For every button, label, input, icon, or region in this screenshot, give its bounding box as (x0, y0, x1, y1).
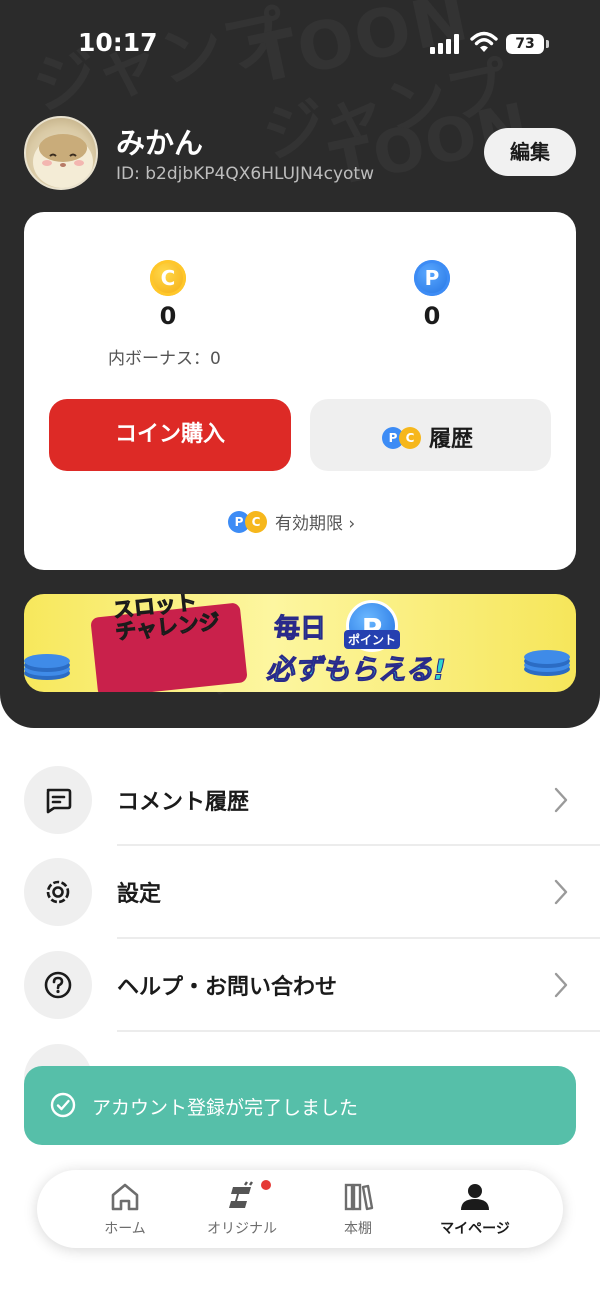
point-coin-icon: PC (228, 510, 267, 533)
hamster-avatar-icon (33, 134, 93, 188)
notification-dot (261, 1180, 271, 1190)
profile-header: ジャンプ TOON ジャンプ TOON ジャンプ 10:17 73 (0, 0, 600, 728)
gear-icon (46, 880, 70, 904)
nav-label: オリジナル (207, 1221, 277, 1237)
point-balance: 0 (423, 302, 441, 330)
banner-point-label: ポイント (344, 630, 401, 649)
point-coin-icon: PC (382, 425, 421, 450)
menu-icon-circle (24, 858, 92, 926)
coin-icon: C (150, 260, 186, 296)
comment-icon (46, 788, 72, 814)
status-bar: 10:17 73 (0, 0, 600, 90)
toast-notification: アカウント登録が完了しました (24, 1066, 576, 1145)
bookshelf-icon (344, 1183, 374, 1211)
username: みかん (116, 126, 204, 160)
nav-item-bookshelf[interactable]: 本棚 (303, 1180, 413, 1242)
expiry-label: 有効期限 › (275, 514, 356, 534)
check-circle-icon (50, 1092, 76, 1118)
person-icon (461, 1184, 489, 1210)
nav-item-original[interactable]: オリジナル (187, 1180, 297, 1242)
nav-label: マイページ (440, 1221, 510, 1237)
help-icon (44, 971, 72, 999)
status-time: 10:17 (78, 28, 158, 57)
menu-label: コメント履歴 (117, 790, 250, 815)
divider (117, 937, 600, 939)
menu-label: 設定 (117, 882, 162, 907)
banner-get-text: 必ずもらえる! (266, 653, 447, 687)
history-button[interactable]: PC 履歴 (310, 399, 551, 471)
nav-label: ホーム (104, 1221, 146, 1237)
coin-bonus: 内ボーナス：0 (108, 349, 221, 369)
menu-icon-circle (24, 766, 92, 834)
expiry-link[interactable]: PC 有効期限 › (228, 509, 355, 534)
chevron-right-icon (554, 787, 568, 813)
nav-item-mypage[interactable]: マイページ (420, 1180, 530, 1242)
balance-card: C 0 内ボーナス：0 P 0 コイン購入 PC 履歴 PC 有効期限 › (24, 212, 576, 570)
avatar[interactable] (24, 116, 98, 190)
nav-label: 本棚 (344, 1221, 372, 1237)
coin-balance: 0 (159, 302, 177, 330)
coin-stack-image (24, 654, 70, 668)
point-icon: P (414, 260, 450, 296)
divider (117, 844, 600, 846)
bottom-nav: ホーム オリジナル 本棚 マイページ (37, 1170, 563, 1248)
wifi-icon (470, 31, 498, 52)
battery-icon: 73 (506, 34, 549, 54)
user-id: ID: b2djbKP4QX6HLUJN4cyotw (116, 164, 374, 184)
home-icon (111, 1183, 139, 1211)
toast-message: アカウント登録が完了しました (92, 1097, 359, 1119)
history-label: 履歴 (429, 427, 474, 452)
slot-challenge-banner[interactable]: スロット チャレンジ 毎日 P ポイント 必ずもらえる! (24, 594, 576, 692)
menu-label: ヘルプ・お問い合わせ (117, 975, 338, 1000)
chevron-right-icon (554, 972, 568, 998)
signal-icon (430, 34, 462, 54)
buy-coins-button[interactable]: コイン購入 (49, 399, 291, 471)
banner-daily: 毎日 (273, 614, 327, 645)
edit-profile-button[interactable]: 編集 (484, 128, 576, 176)
divider (117, 1030, 600, 1032)
original-icon (229, 1181, 253, 1208)
chevron-right-icon (554, 879, 568, 905)
menu-icon-circle (24, 951, 92, 1019)
nav-item-home[interactable]: ホーム (70, 1180, 180, 1242)
coin-stack-image (524, 650, 570, 664)
